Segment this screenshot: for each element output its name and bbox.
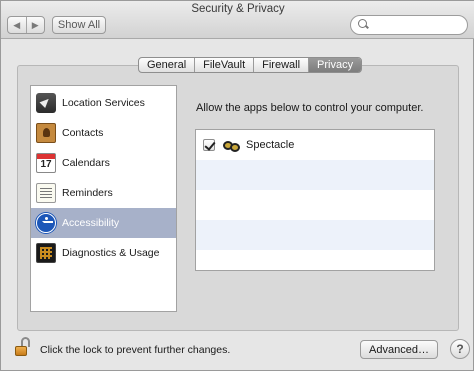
toolbar: Security & Privacy ◀ ▶ Show All [1, 1, 474, 39]
show-all-button[interactable]: Show All [52, 16, 106, 34]
empty-row [196, 190, 434, 220]
tab-bar: General FileVault Firewall Privacy [138, 57, 363, 73]
tab-filevault[interactable]: FileVault [194, 58, 253, 72]
sidebar-item-label: Contacts [62, 127, 104, 139]
sidebar-item-contacts[interactable]: Contacts [31, 118, 176, 148]
sidebar-item-location-services[interactable]: Location Services [31, 88, 176, 118]
search-input[interactable] [373, 19, 465, 31]
preferences-window: Security & Privacy ◀ ▶ Show All General … [0, 0, 474, 371]
forward-button[interactable]: ▶ [25, 17, 45, 33]
back-forward-control: ◀ ▶ [7, 16, 45, 34]
contacts-icon [36, 123, 56, 143]
forward-arrow-icon: ▶ [31, 19, 39, 30]
tab-general[interactable]: General [139, 58, 194, 72]
sidebar-item-label: Accessibility [62, 217, 120, 229]
help-button[interactable]: ? [450, 339, 470, 359]
privacy-category-list: Location Services Contacts Calendars Rem… [30, 85, 177, 312]
accessibility-instruction: Allow the apps below to control your com… [196, 102, 424, 114]
lock-icon[interactable] [15, 337, 31, 357]
empty-row [196, 220, 434, 250]
location-services-icon [36, 93, 56, 113]
sidebar-item-label: Reminders [62, 187, 113, 199]
lock-body [15, 346, 27, 356]
sidebar-item-diagnostics-usage[interactable]: Diagnostics & Usage [31, 238, 176, 268]
sidebar-item-accessibility[interactable]: Accessibility [31, 208, 176, 238]
calendar-icon [36, 153, 56, 173]
back-arrow-icon: ◀ [13, 19, 21, 30]
sidebar-item-label: Diagnostics & Usage [62, 247, 160, 259]
window-title: Security & Privacy [191, 3, 285, 15]
spectacle-icon [222, 136, 240, 152]
back-button[interactable]: ◀ [8, 17, 26, 33]
sidebar-item-reminders[interactable]: Reminders [31, 178, 176, 208]
diagnostics-icon [36, 243, 56, 263]
search-icon [357, 19, 369, 31]
accessibility-icon [36, 213, 56, 233]
search-field[interactable] [350, 15, 468, 35]
lock-hint: Click the lock to prevent further change… [40, 344, 231, 356]
empty-row [196, 160, 434, 190]
sidebar-item-label: Location Services [62, 97, 145, 109]
app-checkbox[interactable] [203, 139, 215, 151]
sidebar-item-label: Calendars [62, 157, 110, 169]
app-list: Spectacle [195, 129, 435, 271]
tab-privacy[interactable]: Privacy [308, 58, 362, 72]
help-icon: ? [456, 342, 464, 356]
app-name: Spectacle [246, 139, 295, 151]
list-item[interactable]: Spectacle [196, 130, 434, 160]
advanced-button[interactable]: Advanced… [360, 340, 438, 359]
tab-firewall[interactable]: Firewall [253, 58, 308, 72]
reminders-icon [36, 183, 56, 203]
sidebar-item-calendars[interactable]: Calendars [31, 148, 176, 178]
